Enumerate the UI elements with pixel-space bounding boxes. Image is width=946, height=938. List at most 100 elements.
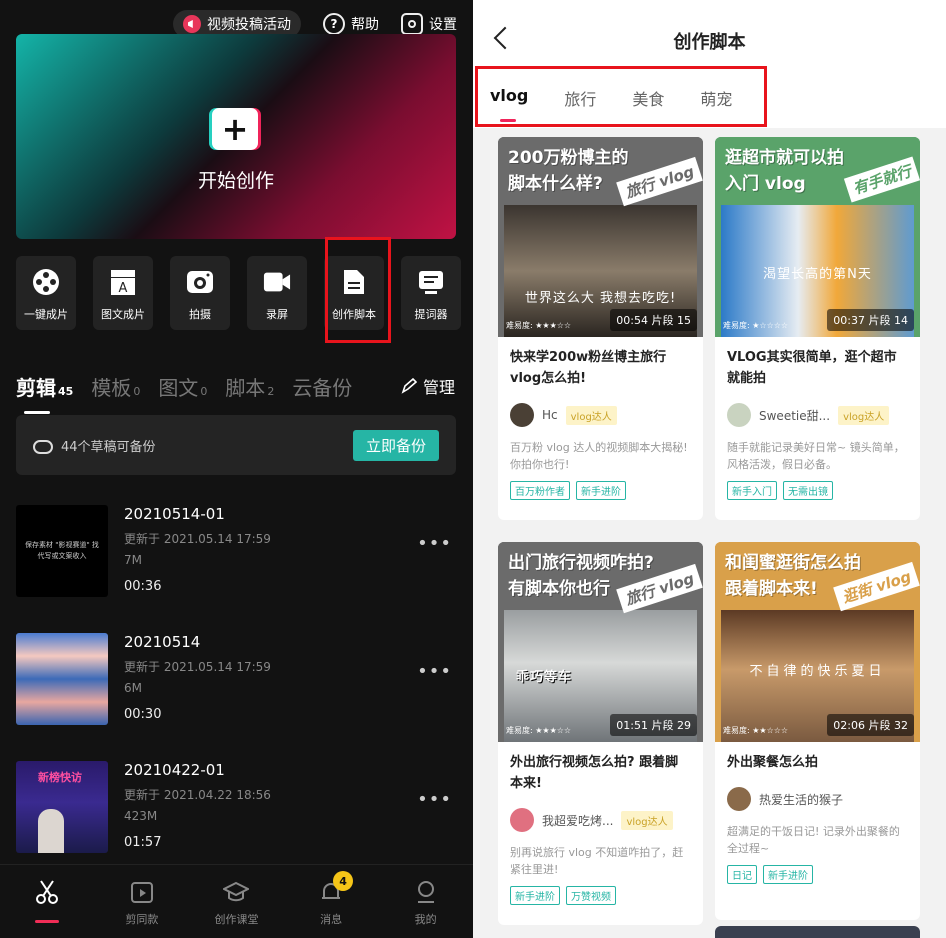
tool-text-video[interactable]: A 图文成片 — [93, 256, 153, 330]
duration-segments: 02:06 片段 32 — [827, 714, 914, 736]
author-row: 热爱生活的猴子 — [727, 787, 908, 811]
script-card[interactable]: 200万粉博主的 脚本什么样? 旅行 vlog 世界这么大 我想去吃吃! 难易度… — [498, 137, 703, 520]
script-card[interactable]: 和闺蜜逛街怎么拍 跟着脚本来! 逛街 vlog 不自律的快乐夏日 难易度: ★★… — [715, 542, 920, 920]
card-title: 外出旅行视频怎么拍? 跟着脚本来! — [510, 755, 679, 791]
draft-thumbnail: 保存素材 "影视赛道" 找代写或文案收入 — [16, 505, 108, 597]
more-icon[interactable]: ••• — [417, 789, 452, 810]
cover-subtitle: 渴望长高的第N天 — [763, 267, 872, 282]
manage-button[interactable]: 管理 — [394, 374, 455, 398]
tool-label: 提词器 — [414, 308, 448, 321]
difficulty: 难易度: ★☆☆☆☆ — [723, 321, 789, 330]
template-play-icon — [129, 879, 155, 905]
more-icon[interactable]: ••• — [417, 533, 452, 554]
difficulty: 难易度: ★★☆☆☆ — [723, 726, 789, 735]
script-card[interactable]: 逛超市就可以拍 入门 vlog 有手就行 渴望长高的第N天 难易度: ★☆☆☆☆… — [715, 137, 920, 520]
thumb-caption: 保存素材 "影视赛道" 找代写或文案收入 — [25, 541, 99, 560]
draft-name: 20210422-01 — [124, 761, 225, 779]
card-tag: 日记 — [727, 865, 757, 884]
nav-label: 我的 — [414, 913, 437, 926]
cloud-upload-icon — [33, 440, 53, 454]
card-title: 快来学200w粉丝博主旅行vlog怎么拍! — [510, 350, 667, 386]
nav-messages[interactable]: 消息 4 — [291, 871, 371, 927]
author-tag: vlog达人 — [565, 405, 617, 425]
help-label: 帮助 — [351, 17, 379, 33]
cover-subtitle: 乖巧等车 — [516, 670, 573, 685]
tool-one-click[interactable]: 一键成片 — [16, 256, 76, 330]
scissors-icon — [34, 879, 60, 905]
draft-item[interactable]: 新榜快访 20210422-01 更新于 2021.04.22 18:56 42… — [16, 761, 456, 856]
tab-edit[interactable]: 剪辑 45 — [16, 372, 73, 414]
draft-updated: 更新于 2021.05.14 17:59 — [124, 660, 271, 674]
tool-teleprompter[interactable]: 提词器 — [401, 256, 461, 330]
author-tag: vlog达人 — [621, 810, 673, 830]
page-title: 创作脚本 — [673, 32, 746, 53]
draft-size: 6M — [124, 681, 142, 695]
draft-item[interactable]: 保存素材 "影视赛道" 找代写或文案收入 20210514-01 更新于 202… — [16, 505, 456, 600]
card-tag: 新手进阶 — [763, 865, 813, 884]
author-row: 我超爱吃烤... vlog达人 — [510, 808, 691, 832]
draft-item[interactable]: 20210514 更新于 2021.05.14 17:59 6M 00:30 •… — [16, 633, 456, 728]
gear-icon — [401, 13, 423, 35]
draft-updated: 更新于 2021.05.14 17:59 — [124, 532, 271, 546]
nav-label: 创作课堂 — [214, 913, 259, 926]
camera-icon — [186, 268, 214, 296]
settings-button[interactable]: 设置 — [401, 13, 457, 35]
bottom-nav: 剪同款 创作课堂 消息 4 我的 — [0, 864, 473, 938]
thumb-caption: 新榜快访 — [38, 771, 82, 784]
card-description: 随手就能记录美好日常~ 镜头简单，风格活泼，假日必备。 — [727, 441, 905, 471]
svg-text:A: A — [119, 281, 128, 296]
card-cover: 出门旅行视频咋拍? 有脚本你也行 旅行 vlog 乖巧等车 难易度: ★★★☆☆… — [498, 542, 703, 742]
manage-label: 管理 — [422, 378, 455, 397]
difficulty: 难易度: ★★★☆☆ — [506, 321, 572, 330]
tab-script[interactable]: 脚本 2 — [225, 372, 274, 401]
activity-label: 视频投稿活动 — [207, 17, 291, 33]
nav-templates[interactable]: 剪同款 — [102, 879, 182, 927]
teleprompter-icon — [417, 268, 445, 296]
nav-edit[interactable] — [7, 879, 87, 923]
nav-classroom[interactable]: 创作课堂 — [196, 879, 276, 927]
nav-profile[interactable]: 我的 — [386, 879, 466, 927]
card-description: 超满足的干饭日记! 记录外出聚餐的全过程~ — [727, 825, 900, 855]
card-title: VLOG其实很简单，逛个超市就能拍 — [727, 350, 897, 386]
author-name: 我超爱吃烤... — [542, 813, 614, 828]
draft-thumbnail — [16, 633, 108, 725]
draft-duration: 00:30 — [124, 707, 162, 722]
help-button[interactable]: ? 帮助 — [323, 13, 379, 35]
tool-label: 一键成片 — [24, 308, 68, 321]
script-card[interactable]: 出门旅行视频咋拍? 有脚本你也行 旅行 vlog 乖巧等车 难易度: ★★★☆☆… — [498, 542, 703, 925]
text-clapper-icon: A — [109, 268, 137, 296]
edit-icon — [401, 378, 417, 394]
author-name: Sweetie甜... — [759, 408, 831, 423]
card-tag: 无需出镜 — [783, 481, 833, 500]
author-name: Hc — [542, 408, 558, 422]
draft-duration: 00:36 — [124, 579, 162, 594]
start-creation-button[interactable]: + 开始创作 — [16, 34, 456, 239]
tab-cloud-backup[interactable]: 云备份 — [292, 372, 352, 401]
more-icon[interactable]: ••• — [417, 661, 452, 682]
draft-size: 7M — [124, 553, 142, 567]
author-name: 热爱生活的猴子 — [759, 792, 844, 807]
tab-template[interactable]: 模板 0 — [91, 372, 140, 401]
draft-tabs: 剪辑 45 模板 0 图文 0 脚本 2 云备份 — [16, 372, 352, 414]
draft-updated: 更新于 2021.04.22 18:56 — [124, 788, 271, 802]
duration-segments: 00:37 片段 14 — [827, 309, 914, 331]
card-tag: 百万粉作者 — [510, 481, 570, 500]
author-row: Sweetie甜... vlog达人 — [727, 403, 908, 427]
question-icon: ? — [323, 13, 345, 35]
settings-label: 设置 — [429, 17, 457, 33]
card-tag: 新手入门 — [727, 481, 777, 500]
draft-size: 423M — [124, 809, 158, 823]
card-description: 百万粉 vlog 达人的视频脚本大揭秘! 你拍你也行! — [510, 441, 688, 471]
left-screen: 视频投稿活动 ? 帮助 设置 + 开始创作 一键成片 A 图文成片 拍摄 录屏 … — [0, 0, 473, 938]
backup-now-button[interactable]: 立即备份 — [352, 429, 439, 461]
avatar — [727, 403, 751, 427]
tool-shoot[interactable]: 拍摄 — [170, 256, 230, 330]
megaphone-icon — [183, 15, 201, 33]
tool-screen-record[interactable]: 录屏 — [247, 256, 307, 330]
draft-thumbnail: 新榜快访 — [16, 761, 108, 853]
tool-row: 一键成片 A 图文成片 拍摄 录屏 创作脚本 提词器 — [16, 256, 461, 330]
profile-icon — [413, 879, 439, 905]
screen-record-icon — [263, 268, 291, 296]
tab-image-text[interactable]: 图文 0 — [158, 372, 207, 401]
card-tag: 新手进阶 — [510, 886, 560, 905]
